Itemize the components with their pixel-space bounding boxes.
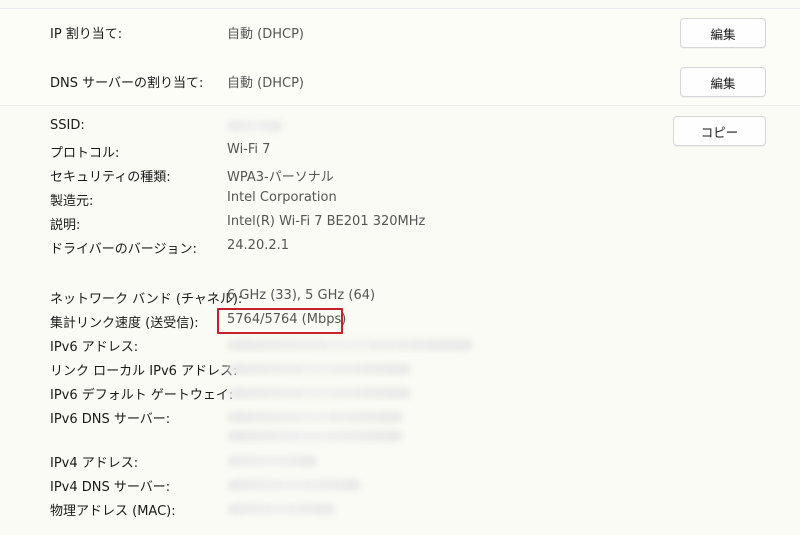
ssid-value-redacted (227, 120, 283, 132)
mac-address-redacted (227, 503, 335, 515)
ipv6-dns-label: IPv6 DNS サーバー: (50, 412, 171, 427)
security-label: セキュリティの種類: (50, 170, 171, 185)
dns-assignment-value: 自動 (DHCP) (227, 76, 304, 91)
ipv6-dns-redacted-1 (227, 411, 403, 423)
edit-ip-button[interactable]: 編集 (680, 18, 766, 48)
security-value: WPA3-パーソナル (227, 170, 334, 185)
protocol-label: プロトコル: (50, 146, 120, 161)
link-speed-highlight-box (217, 308, 343, 334)
copy-button[interactable]: コピー (673, 116, 766, 146)
driver-version-value: 24.20.2.1 (227, 238, 290, 253)
ssid-label: SSID: (50, 118, 85, 133)
ip-assignment-row: IP 割り当て: 自動 (DHCP) 編集 (0, 8, 800, 58)
ipv6-address-redacted (227, 339, 473, 351)
description-value: Intel(R) Wi-Fi 7 BE201 320MHz (227, 214, 426, 229)
link-speed-label: 集計リンク速度 (送受信): (50, 316, 199, 331)
ipv4-address-label: IPv4 アドレス: (50, 456, 139, 471)
ipv6-address-label: IPv6 アドレス: (50, 340, 139, 355)
dns-assignment-row: DNS サーバーの割り当て: 自動 (DHCP) 編集 (0, 57, 800, 106)
ipv4-dns-label: IPv4 DNS サーバー: (50, 480, 171, 495)
ipv6-dns-redacted-2 (227, 430, 403, 442)
link-local-ipv6-redacted (227, 363, 411, 375)
ip-assignment-value: 自動 (DHCP) (227, 27, 304, 42)
protocol-value: Wi-Fi 7 (227, 142, 271, 157)
network-band-value: 6 GHz (33), 5 GHz (64) (227, 288, 376, 303)
manufacturer-label: 製造元: (50, 194, 94, 209)
ipv4-dns-redacted (227, 479, 361, 491)
link-local-ipv6-label: リンク ローカル IPv6 アドレス: (50, 364, 238, 379)
manufacturer-value: Intel Corporation (227, 190, 337, 205)
ipv4-address-redacted (227, 455, 317, 467)
ip-assignment-label: IP 割り当て: (50, 27, 123, 42)
mac-address-label: 物理アドレス (MAC): (50, 504, 176, 519)
description-label: 説明: (50, 218, 81, 233)
ipv6-gateway-label: IPv6 デフォルト ゲートウェイ: (50, 388, 234, 403)
edit-dns-button[interactable]: 編集 (680, 67, 766, 97)
dns-assignment-label: DNS サーバーの割り当て: (50, 76, 204, 91)
ipv6-gateway-redacted (227, 387, 411, 399)
driver-version-label: ドライバーのバージョン: (50, 242, 197, 257)
network-band-label: ネットワーク バンド (チャネル): (50, 292, 243, 307)
